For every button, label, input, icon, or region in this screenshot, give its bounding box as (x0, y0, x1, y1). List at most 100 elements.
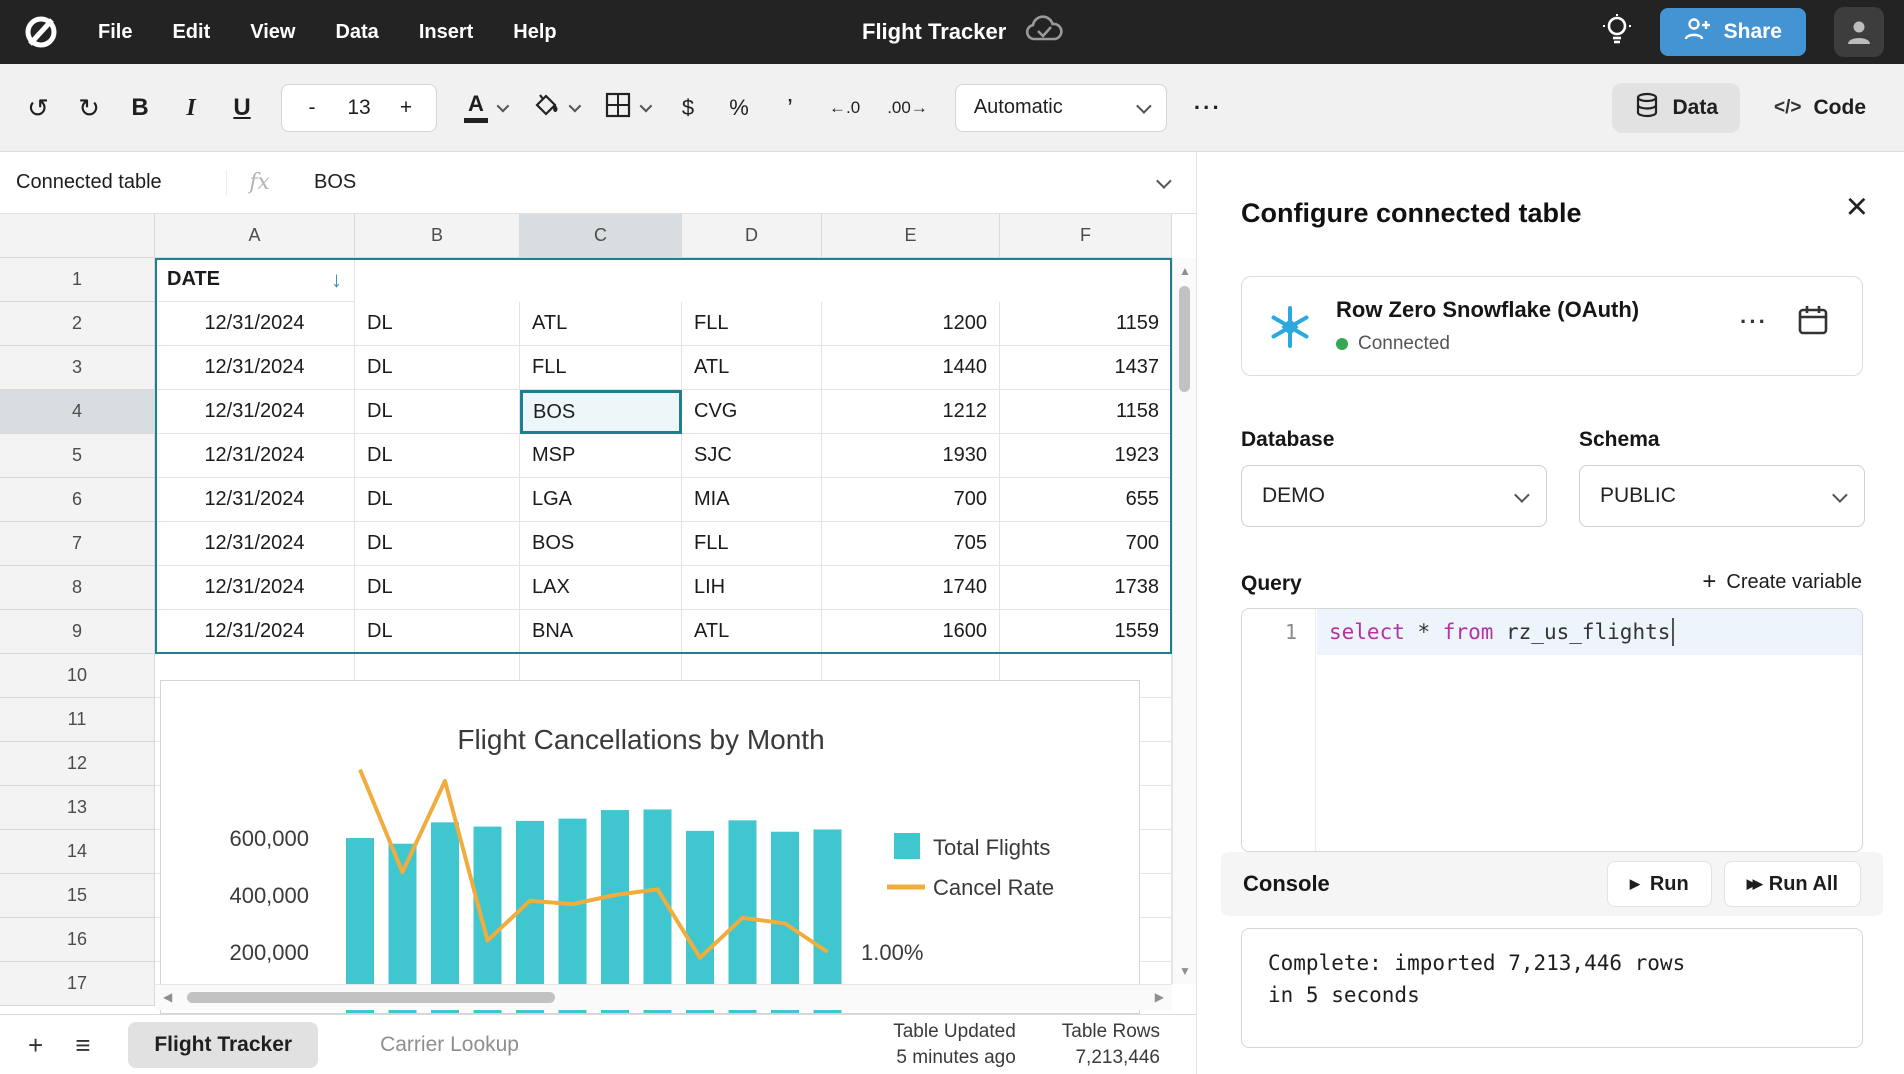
share-button[interactable]: Share (1660, 8, 1806, 56)
column-header-f[interactable]: F (1000, 214, 1172, 258)
cell-F9[interactable]: 1559 (1000, 610, 1172, 654)
underline-button[interactable]: U (230, 96, 254, 120)
vertical-scrollbar-thumb[interactable] (1179, 286, 1190, 392)
code-view-button[interactable]: </> Code (1762, 96, 1878, 120)
row-header-10[interactable]: 10 (0, 654, 155, 698)
cell-B3[interactable]: DL (355, 346, 520, 390)
schema-dropdown[interactable]: PUBLIC (1579, 465, 1865, 527)
cell-C3[interactable]: FLL (520, 346, 682, 390)
cell-F2[interactable]: 1159 (1000, 302, 1172, 346)
cell-C6[interactable]: LGA (520, 478, 682, 522)
row-header-13[interactable]: 13 (0, 786, 155, 830)
cell-C2[interactable]: ATL (520, 302, 682, 346)
menu-file[interactable]: File (98, 21, 132, 44)
decrease-decimal-button[interactable]: ←.0 (829, 99, 860, 116)
row-header-12[interactable]: 12 (0, 742, 155, 786)
app-logo-icon[interactable] (22, 13, 60, 51)
redo-button[interactable]: ↻ (77, 95, 101, 121)
fill-color-control[interactable] (533, 92, 578, 124)
row-header-15[interactable]: 15 (0, 874, 155, 918)
cell-C9[interactable]: BNA (520, 610, 682, 654)
create-variable-button[interactable]: + Create variable (1702, 568, 1862, 596)
cell-E4[interactable]: 1212 (822, 390, 1000, 434)
row-header-14[interactable]: 14 (0, 830, 155, 874)
column-header-e[interactable]: E (822, 214, 1000, 258)
database-dropdown[interactable]: DEMO (1241, 465, 1547, 527)
bold-button[interactable]: B (128, 96, 152, 120)
horizontal-scrollbar-thumb[interactable] (187, 992, 555, 1003)
row-header-7[interactable]: 7 (0, 522, 155, 566)
cell-B5[interactable]: DL (355, 434, 520, 478)
run-button[interactable]: ▶ Run (1607, 861, 1712, 907)
horizontal-scrollbar[interactable]: ◀ ▶ (155, 984, 1172, 1010)
menu-edit[interactable]: Edit (172, 21, 210, 44)
cell-B8[interactable]: DL (355, 566, 520, 610)
document-title[interactable]: Flight Tracker (862, 19, 1006, 45)
currency-format-button[interactable]: $ (676, 97, 700, 119)
row-header-5[interactable]: 5 (0, 434, 155, 478)
scroll-left-icon[interactable]: ◀ (163, 990, 172, 1004)
cell-F6[interactable]: 655 (1000, 478, 1172, 522)
font-size-increase-button[interactable]: + (394, 97, 418, 118)
run-all-button[interactable]: ▶▶ Run All (1724, 861, 1861, 907)
sort-descending-icon[interactable]: ↓ (331, 267, 342, 293)
cell-A7[interactable]: 12/31/2024 (155, 522, 355, 566)
cell-D5[interactable]: SJC (682, 434, 822, 478)
undo-button[interactable]: ↺ (26, 95, 50, 121)
sheet-list-button[interactable]: ≡ (75, 1032, 90, 1058)
sheet-tab-flight-tracker[interactable]: Flight Tracker (128, 1022, 318, 1068)
account-avatar[interactable] (1834, 7, 1884, 57)
row-header-1[interactable]: 1 (0, 258, 155, 302)
table-header-date[interactable]: DATE↓ (155, 258, 355, 302)
connection-options-icon[interactable]: ··· (1740, 309, 1768, 335)
cell-C7[interactable]: BOS (520, 522, 682, 566)
menu-data[interactable]: Data (335, 21, 378, 44)
column-header-b[interactable]: B (355, 214, 520, 258)
font-size-value[interactable]: 13 (347, 96, 370, 120)
cell-E3[interactable]: 1440 (822, 346, 1000, 390)
cell-B6[interactable]: DL (355, 478, 520, 522)
cell-D4[interactable]: CVG (682, 390, 822, 434)
cell-F4[interactable]: 1158 (1000, 390, 1172, 434)
column-header-a[interactable]: A (155, 214, 355, 258)
fill-color-chevron-icon[interactable] (569, 100, 582, 113)
borders-control[interactable] (605, 92, 649, 124)
vertical-scrollbar[interactable]: ▲ ▼ (1172, 258, 1196, 984)
sql-code-line[interactable]: select * from rz_us_flights (1317, 609, 1862, 655)
text-color-control[interactable]: A (464, 93, 506, 123)
cell-F3[interactable]: 1437 (1000, 346, 1172, 390)
selected-cell[interactable]: BOS (520, 390, 682, 434)
column-header-d[interactable]: D (682, 214, 822, 258)
menu-insert[interactable]: Insert (419, 21, 473, 44)
cell-F5[interactable]: 1923 (1000, 434, 1172, 478)
row-header-3[interactable]: 3 (0, 346, 155, 390)
font-size-decrease-button[interactable]: - (300, 97, 324, 118)
increase-decimal-button[interactable]: .00→ (887, 99, 928, 116)
scroll-right-icon[interactable]: ▶ (1155, 990, 1164, 1004)
percent-format-button[interactable]: % (727, 97, 751, 119)
cell-B9[interactable]: DL (355, 610, 520, 654)
cell-A4[interactable]: 12/31/2024 (155, 390, 355, 434)
add-sheet-button[interactable]: + (28, 1032, 43, 1058)
borders-chevron-icon[interactable] (640, 100, 653, 113)
cell-A8[interactable]: 12/31/2024 (155, 566, 355, 610)
formula-input[interactable]: BOS (292, 171, 1157, 194)
cell-D2[interactable]: FLL (682, 302, 822, 346)
cell-F8[interactable]: 1738 (1000, 566, 1172, 610)
cell-D8[interactable]: LIH (682, 566, 822, 610)
cell-B7[interactable]: DL (355, 522, 520, 566)
embedded-chart[interactable]: Flight Cancellations by Month600,000400,… (160, 680, 1140, 1014)
cell-A9[interactable]: 12/31/2024 (155, 610, 355, 654)
scroll-down-icon[interactable]: ▼ (1173, 964, 1196, 978)
cell-C5[interactable]: MSP (520, 434, 682, 478)
cell-D7[interactable]: FLL (682, 522, 822, 566)
row-header-9[interactable]: 9 (0, 610, 155, 654)
formula-bar-expand-chevron-icon[interactable] (1156, 173, 1172, 189)
data-view-button[interactable]: Data (1612, 83, 1740, 133)
menu-help[interactable]: Help (513, 21, 556, 44)
cell-D3[interactable]: ATL (682, 346, 822, 390)
column-header-c[interactable]: C (520, 214, 682, 258)
schedule-calendar-icon[interactable] (1796, 303, 1830, 342)
cell-C8[interactable]: LAX (520, 566, 682, 610)
name-box[interactable]: Connected table (0, 171, 226, 194)
